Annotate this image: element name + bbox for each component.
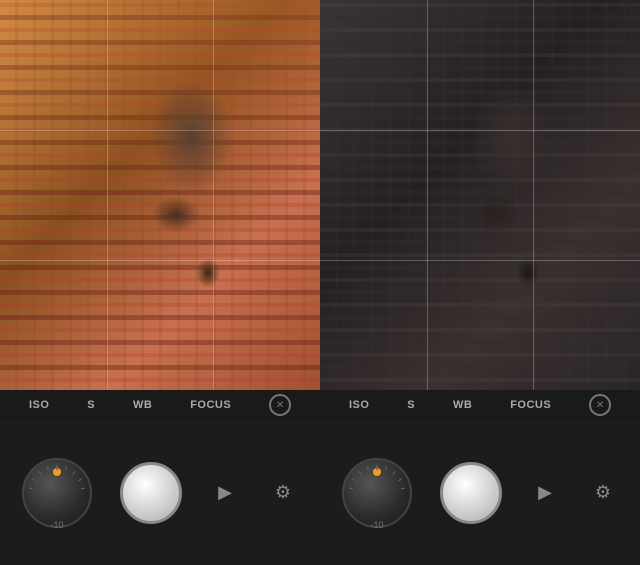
left-dial-circle [22, 458, 92, 528]
right-dial-marks [344, 460, 410, 526]
right-viewfinder[interactable] [320, 0, 640, 390]
left-photo [0, 0, 320, 390]
left-camera-panel: ISO S WB FOCUS ✕ [0, 0, 320, 565]
left-flash-button[interactable]: ✕ [269, 394, 291, 416]
right-camera-panel: ISO S WB FOCUS ✕ [320, 0, 640, 565]
left-dial[interactable]: -10 [22, 458, 92, 528]
right-settings-button[interactable]: ⚙ [588, 478, 618, 508]
left-dial-marks [24, 460, 90, 526]
right-dial-text: -10 [370, 520, 383, 530]
right-shutter-button[interactable] [440, 462, 502, 524]
left-focus-label[interactable]: FOCUS [190, 399, 231, 411]
right-dial-circle [342, 458, 412, 528]
right-s-label[interactable]: S [407, 399, 415, 411]
right-wb-label[interactable]: WB [453, 399, 472, 411]
left-bottom-controls: -10 ▶ ⚙ [0, 420, 320, 565]
left-viewfinder[interactable] [0, 0, 320, 390]
right-bottom-controls: -10 ▶ ⚙ [320, 420, 640, 565]
right-iso-label[interactable]: ISO [349, 399, 369, 411]
left-controls-bar: ISO S WB FOCUS ✕ [0, 390, 320, 420]
right-flash-button[interactable]: ✕ [589, 394, 611, 416]
right-dial[interactable]: -10 [342, 458, 412, 528]
left-settings-button[interactable]: ⚙ [268, 478, 298, 508]
right-focus-label[interactable]: FOCUS [510, 399, 551, 411]
left-play-button[interactable]: ▶ [210, 478, 240, 508]
left-wb-label[interactable]: WB [133, 399, 152, 411]
left-dial-text: -10 [50, 520, 63, 530]
left-s-label[interactable]: S [87, 399, 95, 411]
right-controls-bar: ISO S WB FOCUS ✕ [320, 390, 640, 420]
right-play-button[interactable]: ▶ [530, 478, 560, 508]
left-iso-label[interactable]: ISO [29, 399, 49, 411]
right-photo [320, 0, 640, 390]
left-shutter-button[interactable] [120, 462, 182, 524]
